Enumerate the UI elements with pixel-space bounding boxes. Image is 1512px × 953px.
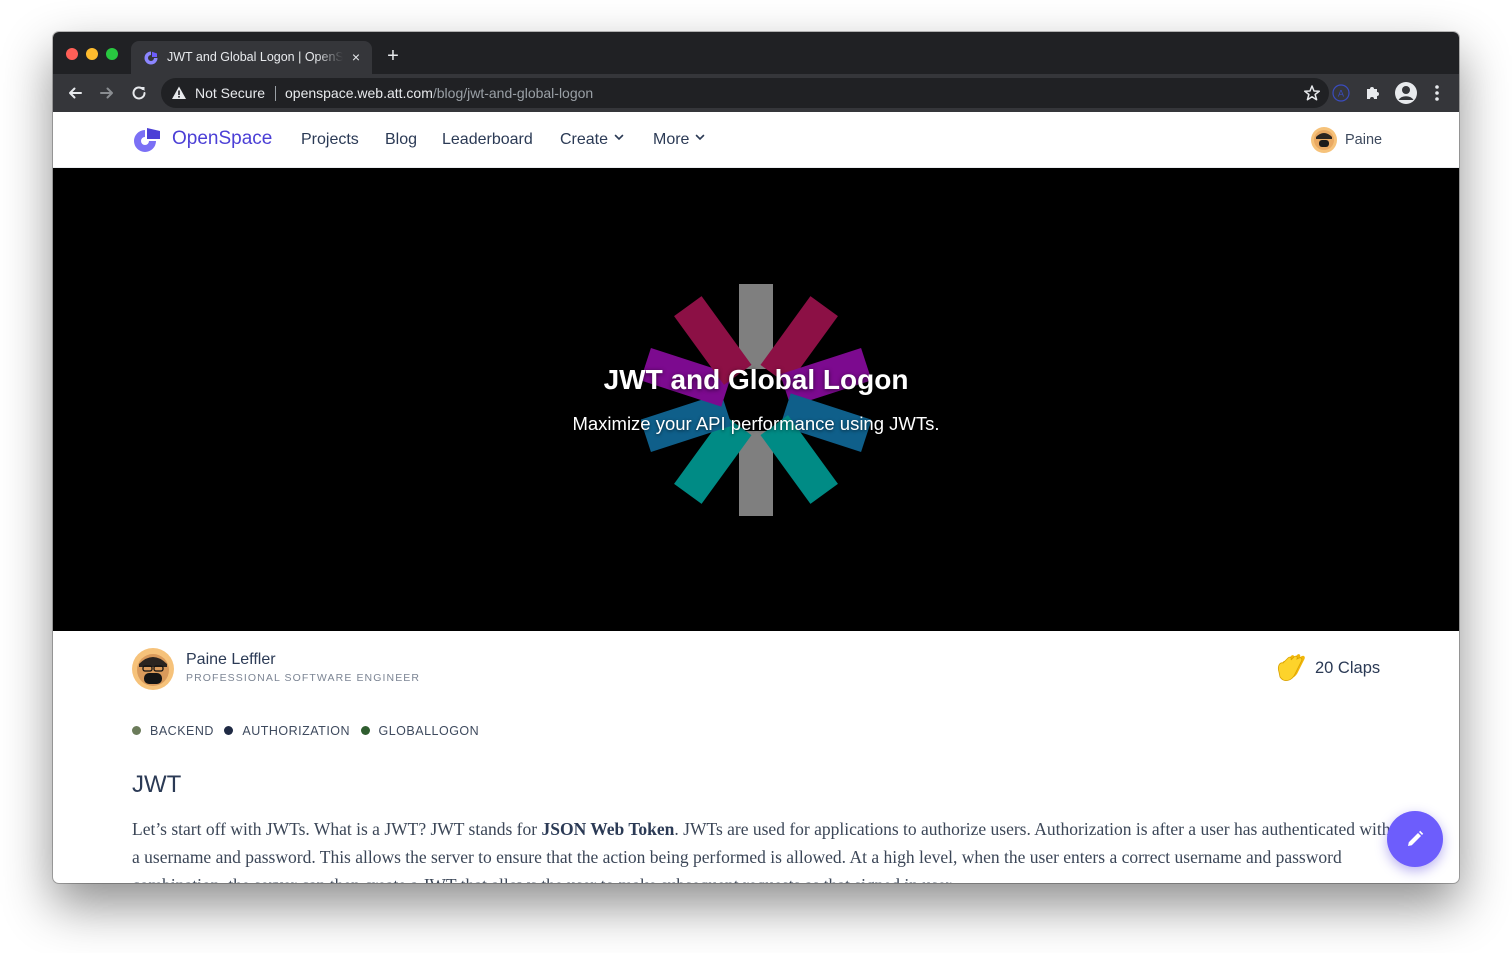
nav-more[interactable]: More <box>653 131 705 149</box>
author-role: PROFESSIONAL SOFTWARE ENGINEER <box>186 672 421 684</box>
tag-dot <box>132 726 141 735</box>
hero-banner: JWT and Global Logon Maximize your API p… <box>53 168 1459 631</box>
url-path: /blog/jwt-and-global-logon <box>432 85 594 101</box>
puzzle-icon[interactable] <box>1363 83 1383 103</box>
openspace-favicon-icon <box>144 51 158 65</box>
brand-name[interactable]: OpenSpace <box>172 128 272 150</box>
nav-create[interactable]: Create <box>560 131 624 149</box>
tag-authorization[interactable]: AUTHORIZATION <box>224 724 350 738</box>
tag-label: BACKEND <box>150 724 214 738</box>
edit-fab-button[interactable] <box>1387 811 1443 867</box>
kebab-menu-icon[interactable] <box>1427 83 1447 103</box>
tag-backend[interactable]: BACKEND <box>132 724 214 738</box>
tab-strip: JWT and Global Logon | OpenSpace × + <box>53 32 1459 74</box>
address-bar[interactable]: Not Secure openspace.web.att.com/blog/jw… <box>161 78 1329 108</box>
tag-list: BACKEND AUTHORIZATION GLOBALLOGON <box>132 722 485 738</box>
jwt-logo-icon <box>641 284 871 516</box>
new-tab-button[interactable]: + <box>383 46 403 66</box>
author-name[interactable]: Paine Leffler <box>186 651 276 669</box>
author-avatar[interactable] <box>132 648 174 690</box>
star-icon[interactable] <box>1303 84 1321 102</box>
browser-window: JWT and Global Logon | OpenSpace × + Not… <box>53 32 1459 883</box>
maximize-window-button[interactable] <box>106 48 118 60</box>
browser-toolbar: Not Secure openspace.web.att.com/blog/jw… <box>53 74 1459 112</box>
reload-icon[interactable] <box>128 82 150 104</box>
close-window-button[interactable] <box>66 48 78 60</box>
site-navbar: OpenSpace Projects Blog Leaderboard Crea… <box>53 112 1459 168</box>
pencil-icon <box>1408 830 1424 846</box>
hero-subtitle: Maximize your API performance using JWTs… <box>572 413 940 434</box>
back-icon[interactable] <box>64 82 86 104</box>
nav-projects[interactable]: Projects <box>301 131 359 149</box>
article-paragraph: Let’s start off with JWTs. What is a JWT… <box>132 815 1392 883</box>
tag-label: GLOBALLOGON <box>378 724 480 738</box>
forward-icon[interactable] <box>96 82 118 104</box>
svg-text:A: A <box>1338 90 1345 100</box>
hero-title: JWT and Global Logon <box>603 364 909 395</box>
account-extension-icon[interactable]: A <box>1331 83 1351 103</box>
clap-hands-icon[interactable] <box>1276 652 1308 682</box>
address-separator <box>275 86 276 101</box>
security-status[interactable]: Not Secure <box>195 85 265 101</box>
paragraph-text-start: Let’s start off with JWTs. What is a JWT… <box>132 819 542 839</box>
tab-active[interactable]: JWT and Global Logon | OpenSpace × <box>131 41 372 74</box>
nav-username[interactable]: Paine <box>1345 132 1382 148</box>
tag-dot <box>360 726 370 735</box>
tag-dot <box>224 726 234 735</box>
url-text[interactable]: openspace.web.att.com/blog/jwt-and-globa… <box>285 85 593 101</box>
tag-label: AUTHORIZATION <box>242 724 351 738</box>
openspace-logo-icon[interactable] <box>132 127 162 153</box>
nav-create-label: Create <box>560 131 609 148</box>
user-avatar[interactable] <box>1311 127 1337 153</box>
minimize-window-button[interactable] <box>86 48 98 60</box>
section-heading: JWT <box>132 771 182 798</box>
chevron-down-icon <box>696 134 705 141</box>
warning-icon[interactable] <box>171 85 187 101</box>
paragraph-bold-term: JSON Web Token <box>541 819 675 839</box>
url-host: openspace.web.att.com <box>285 85 433 101</box>
nav-leaderboard[interactable]: Leaderboard <box>442 131 533 149</box>
claps-count[interactable]: 20 Claps <box>1315 659 1380 678</box>
chevron-down-icon <box>614 134 624 141</box>
tab-close-icon[interactable]: × <box>349 50 363 64</box>
nav-blog[interactable]: Blog <box>385 131 417 149</box>
tab-title: JWT and Global Logon | OpenSpace <box>167 50 343 64</box>
tag-globallogon[interactable]: GLOBALLOGON <box>360 724 480 738</box>
profile-icon[interactable] <box>1394 81 1418 105</box>
nav-more-label: More <box>653 131 690 148</box>
